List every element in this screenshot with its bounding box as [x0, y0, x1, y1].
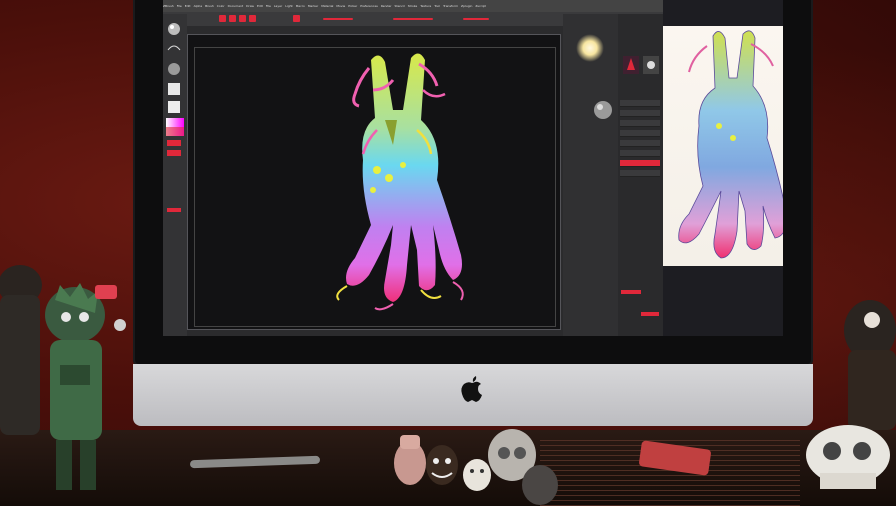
zadd-button[interactable] — [293, 15, 300, 22]
brush-icon[interactable] — [167, 22, 181, 36]
menu-item[interactable]: Edit — [185, 4, 191, 8]
z-intensity-slider[interactable] — [393, 18, 433, 20]
secondary-color-swatch[interactable] — [167, 150, 181, 156]
menu-item[interactable]: Picker — [348, 4, 357, 8]
menu-item[interactable]: Preferences — [360, 4, 378, 8]
subtool-row[interactable] — [620, 150, 660, 157]
rotate-button[interactable] — [249, 15, 256, 22]
menu-item[interactable]: Edit — [257, 4, 263, 8]
material-sphere-icon[interactable] — [593, 100, 613, 120]
menu-item[interactable]: Stencil — [395, 4, 405, 8]
subtool-icon[interactable] — [643, 56, 659, 74]
desk-figurines — [394, 425, 890, 505]
menu-item[interactable]: Render — [381, 4, 392, 8]
main-color-swatch[interactable] — [167, 140, 181, 146]
subtool-row-selected[interactable] — [620, 160, 660, 167]
menu-item[interactable]: Transform — [443, 4, 458, 8]
subtool-row[interactable] — [620, 140, 660, 147]
sculpted-creature-3d[interactable] — [333, 50, 513, 320]
menu-item[interactable]: Marker — [308, 4, 318, 8]
stroke-icon[interactable] — [167, 42, 181, 52]
imac-monitor: ZBrush File Edit Alpha Brush Color Docum… — [133, 0, 813, 434]
texture-icon[interactable] — [167, 82, 181, 96]
menu-item[interactable]: Alpha — [194, 4, 203, 8]
panel-red-bar[interactable] — [641, 312, 659, 316]
menu-item[interactable]: Tool — [434, 4, 440, 8]
menu-item[interactable]: File — [177, 4, 182, 8]
menu-item[interactable]: ZBrush — [163, 4, 174, 8]
menu-item[interactable]: Texture — [420, 4, 431, 8]
gradient-switch[interactable] — [167, 208, 181, 212]
menu-item[interactable]: Zscript — [475, 4, 485, 8]
menu-item[interactable]: Macro — [296, 4, 305, 8]
rgb-intensity-slider[interactable] — [323, 18, 353, 20]
subtool-row[interactable] — [620, 100, 660, 107]
menu-item[interactable]: Draw — [246, 4, 254, 8]
toy-figure-right — [844, 300, 896, 430]
menu-item[interactable]: Zplugin — [461, 4, 472, 8]
alpha-icon[interactable] — [167, 62, 181, 76]
scale-button[interactable] — [239, 15, 246, 22]
apple-logo-icon — [461, 376, 482, 402]
reference-image-window — [663, 26, 783, 266]
material-icon[interactable] — [167, 100, 181, 114]
tool-thumbnail-icon[interactable] — [623, 56, 639, 74]
subtool-row[interactable] — [620, 120, 660, 127]
subtool-row[interactable] — [620, 170, 660, 177]
menu-item[interactable]: Document — [228, 4, 244, 8]
menu-item[interactable]: Movie — [336, 4, 345, 8]
menu-item[interactable]: Stroke — [408, 4, 418, 8]
subtool-row[interactable] — [620, 130, 660, 137]
menu-item[interactable]: Light — [285, 4, 293, 8]
toy-figures-left — [0, 265, 126, 490]
screen: ZBrush File Edit Alpha Brush Color Docum… — [163, 0, 783, 336]
menu-item[interactable]: Layer — [274, 4, 282, 8]
light-glare — [576, 34, 604, 62]
menu-item[interactable]: File — [266, 4, 271, 8]
draw-button[interactable] — [219, 15, 226, 22]
panel-red-bar[interactable] — [621, 290, 641, 294]
move-button[interactable] — [229, 15, 236, 22]
menu-item[interactable]: Material — [321, 4, 333, 8]
color-picker-icon[interactable] — [166, 118, 184, 136]
menu-item[interactable]: Color — [217, 4, 225, 8]
menu-item[interactable]: Brush — [205, 4, 214, 8]
app-menubar: ZBrush File Edit Alpha Brush Color Docum… — [163, 0, 663, 12]
draw-size-slider[interactable] — [463, 18, 489, 20]
subtool-row[interactable] — [620, 110, 660, 117]
